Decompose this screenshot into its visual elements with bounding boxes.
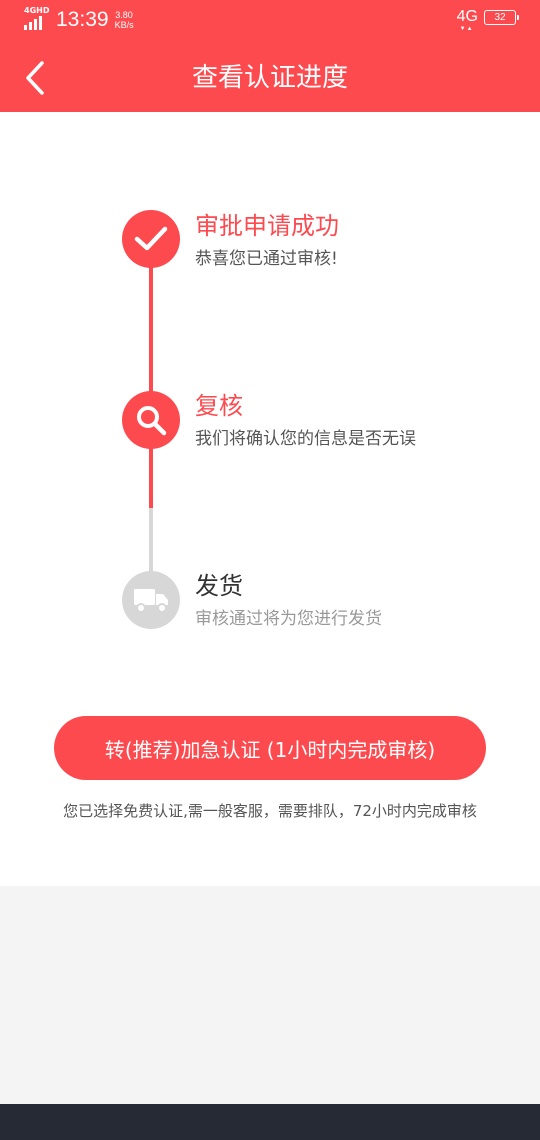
- step-shipping-badge: [122, 571, 180, 629]
- network-indicator: 4GHD: [24, 6, 50, 32]
- progress-content: 审批申请成功 恭喜您已通过审核! 复核 我们将确认您的信息是否无误 发货 审核通…: [0, 112, 540, 886]
- speed-unit: KB/s: [114, 20, 134, 30]
- step-shipping-title: 发货: [195, 572, 243, 600]
- step-approved-badge: [122, 210, 180, 268]
- clock: 13:39: [56, 8, 109, 31]
- status-left: 4GHD 13:39 3.80 KB/s: [24, 6, 134, 32]
- step-approved-desc: 恭喜您已通过审核!: [195, 249, 338, 269]
- cellular-label: 4G: [456, 8, 478, 25]
- speed-value: 3.80: [115, 10, 133, 20]
- status-bar: 4GHD 13:39 3.80 KB/s 4G ▼▲ 32: [0, 0, 540, 44]
- nav-bar: 查看认证进度: [0, 44, 540, 112]
- network-speed: 3.80 KB/s: [115, 10, 134, 30]
- urgent-certification-button[interactable]: 转(推荐)加急认证 (1小时内完成审核): [54, 716, 486, 780]
- battery-icon: 32: [484, 9, 519, 25]
- search-icon: [137, 406, 167, 436]
- step-review-desc: 我们将确认您的信息是否无误: [195, 429, 416, 449]
- progress-line-pending: [149, 508, 153, 572]
- step-review-badge: [122, 391, 180, 449]
- step-shipping-desc: 审核通过将为您进行发货: [195, 609, 382, 629]
- page-title: 查看认证进度: [191, 63, 348, 93]
- signal-bars-icon: [24, 16, 42, 30]
- queue-notice: 您已选择免费认证,需一般客服，需要排队，72小时内完成审核: [63, 802, 477, 820]
- system-nav-bar: [0, 1104, 540, 1140]
- data-arrows-icon: ▼▲: [459, 26, 474, 32]
- step-approved-title: 审批申请成功: [195, 212, 339, 240]
- progress-line-active: [149, 448, 153, 508]
- check-icon: [134, 226, 168, 251]
- step-review-title: 复核: [195, 392, 243, 420]
- network-label: 4GHD: [24, 6, 50, 15]
- cellular-indicator: 4G ▼▲: [456, 8, 478, 32]
- battery-level: 32: [494, 11, 506, 23]
- truck-icon: [134, 589, 168, 613]
- status-right: 4G ▼▲ 32: [456, 8, 519, 32]
- progress-line-done: [149, 267, 153, 393]
